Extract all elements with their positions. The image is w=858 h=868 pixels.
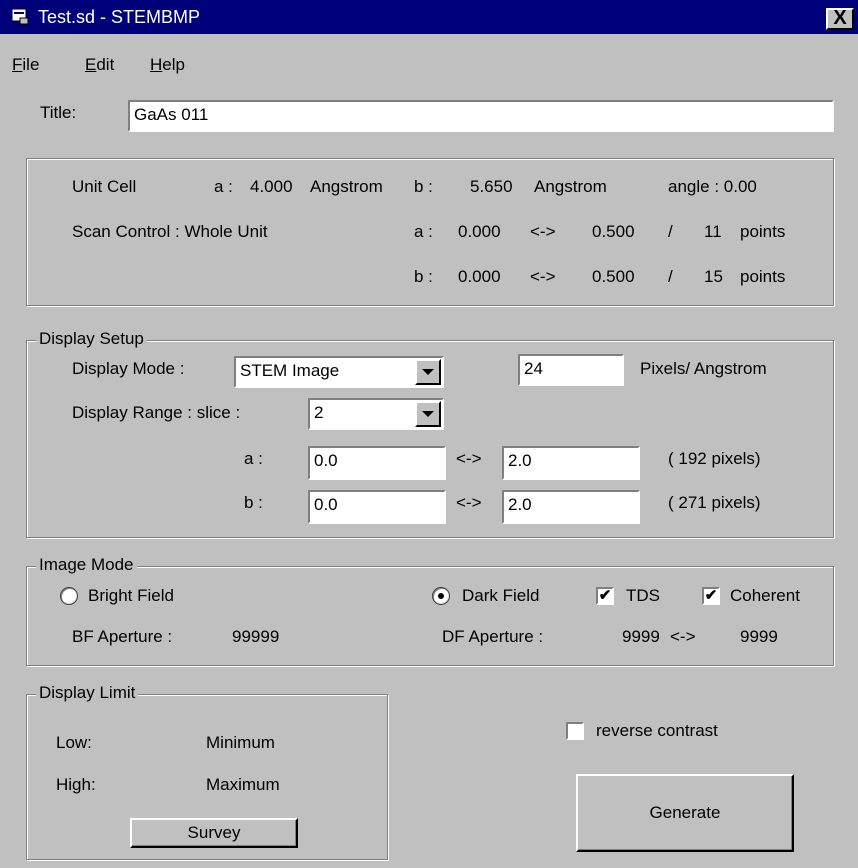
title-label: Title: <box>40 103 77 122</box>
image-mode-group <box>26 566 834 666</box>
display-mode-select[interactable]: STEM Image <box>234 356 444 388</box>
scan-a-from: 0.000 <box>458 222 501 241</box>
unit-cell-a-label: a : <box>214 177 233 196</box>
range-b-label: b : <box>244 493 263 512</box>
survey-button[interactable]: Survey <box>130 818 298 848</box>
unit-cell-a-value: 4.000 <box>250 177 293 196</box>
slice-dropdown-button[interactable] <box>415 401 441 427</box>
high-label: High: <box>56 775 96 794</box>
tds-label: TDS <box>626 586 660 605</box>
scan-b-points: 15 <box>704 267 723 286</box>
range-a-arrow: <-> <box>456 449 482 468</box>
unit-cell-angle: angle : 0.00 <box>668 177 757 196</box>
reverse-contrast-checkbox[interactable] <box>566 722 584 740</box>
slice-value: 2 <box>314 403 324 422</box>
scan-b-to: 0.500 <box>592 267 635 286</box>
pixels-per-angstrom-label: Pixels/ Angstrom <box>640 359 767 378</box>
scan-a-points-unit: points <box>740 222 786 241</box>
close-icon: X <box>833 7 847 29</box>
app-icon <box>12 9 29 25</box>
bright-field-radio[interactable] <box>60 587 78 605</box>
menu-file-key: F <box>12 55 23 74</box>
menu-edit-key: E <box>85 55 97 74</box>
unit-cell-b-value: 5.650 <box>470 177 513 196</box>
tds-checkbox[interactable]: ✔ <box>596 587 614 605</box>
check-icon: ✔ <box>704 587 718 604</box>
close-button[interactable]: X <box>826 8 854 30</box>
scan-b-arrow: <-> <box>530 267 556 286</box>
range-b-from-input[interactable]: 0.0 <box>308 490 446 524</box>
unit-cell-a-unit: Angstrom <box>310 177 383 196</box>
range-a-from-input[interactable]: 0.0 <box>308 446 446 480</box>
high-value: Maximum <box>206 775 280 794</box>
unit-cell-label: Unit Cell <box>72 177 137 196</box>
chevron-down-icon <box>422 369 434 375</box>
scan-control-label: Scan Control : Whole Unit <box>72 222 268 241</box>
range-a-to-input[interactable]: 2.0 <box>502 446 640 480</box>
coherent-checkbox[interactable]: ✔ <box>702 587 720 605</box>
low-label: Low: <box>56 733 92 752</box>
display-limit-legend: Display Limit <box>36 683 139 703</box>
pixels-per-angstrom-input[interactable]: 24 <box>518 354 624 386</box>
menu-help-rest: elp <box>162 55 185 74</box>
scan-b-from: 0.000 <box>458 267 501 286</box>
display-mode-value: STEM Image <box>240 361 340 380</box>
df-aperture-arrow: <-> <box>670 627 696 646</box>
menu-file[interactable]: File <box>12 54 39 76</box>
title-bar: Test.sd - STEMBMP X <box>0 0 858 34</box>
image-mode-legend: Image Mode <box>36 555 137 575</box>
scan-b-points-unit: points <box>740 267 786 286</box>
df-aperture-to: 9999 <box>740 627 778 646</box>
bf-aperture-value: 99999 <box>232 627 280 646</box>
range-a-pixels: ( 192 pixels) <box>668 449 761 468</box>
display-mode-dropdown-button[interactable] <box>415 359 441 385</box>
menu-file-rest: ile <box>22 55 40 74</box>
df-aperture-label: DF Aperture : <box>442 627 544 646</box>
display-range-label: Display Range : slice : <box>72 403 241 422</box>
chevron-down-icon <box>422 411 434 417</box>
range-b-arrow: <-> <box>456 493 482 512</box>
range-a-label: a : <box>244 449 263 468</box>
scan-b-sep: / <box>668 267 673 286</box>
bright-field-label: Bright Field <box>88 586 174 605</box>
df-aperture-from: 9999 <box>622 627 660 646</box>
scan-a-points: 11 <box>704 222 722 241</box>
reverse-contrast-label: reverse contrast <box>596 721 718 740</box>
generate-button[interactable]: Generate <box>576 774 794 852</box>
menu-help-key: H <box>150 55 163 74</box>
display-setup-legend: Display Setup <box>36 329 147 349</box>
radio-selected-dot <box>438 593 444 599</box>
dark-field-radio[interactable] <box>432 587 450 605</box>
scan-a-sep: / <box>668 222 673 241</box>
display-mode-label: Display Mode : <box>72 359 185 378</box>
scan-b-label: b : <box>414 267 433 286</box>
bf-aperture-label: BF Aperture : <box>72 627 173 646</box>
range-b-to-input[interactable]: 2.0 <box>502 490 640 524</box>
title-input[interactable]: GaAs 011 <box>128 100 834 132</box>
scan-a-label: a : <box>414 222 433 241</box>
unit-cell-b-label: b : <box>414 177 433 196</box>
scan-a-to: 0.500 <box>592 222 635 241</box>
check-icon: ✔ <box>598 587 612 604</box>
menu-help[interactable]: Help <box>150 54 185 76</box>
dark-field-label: Dark Field <box>462 586 540 605</box>
scan-a-arrow: <-> <box>530 222 556 241</box>
low-value: Minimum <box>206 733 275 752</box>
menu-edit-rest: dit <box>96 55 115 74</box>
menu-edit[interactable]: Edit <box>85 54 114 76</box>
window-title: Test.sd - STEMBMP <box>38 7 201 27</box>
range-b-pixels: ( 271 pixels) <box>668 493 761 512</box>
unit-cell-b-unit: Angstrom <box>534 177 607 196</box>
coherent-label: Coherent <box>730 586 800 605</box>
